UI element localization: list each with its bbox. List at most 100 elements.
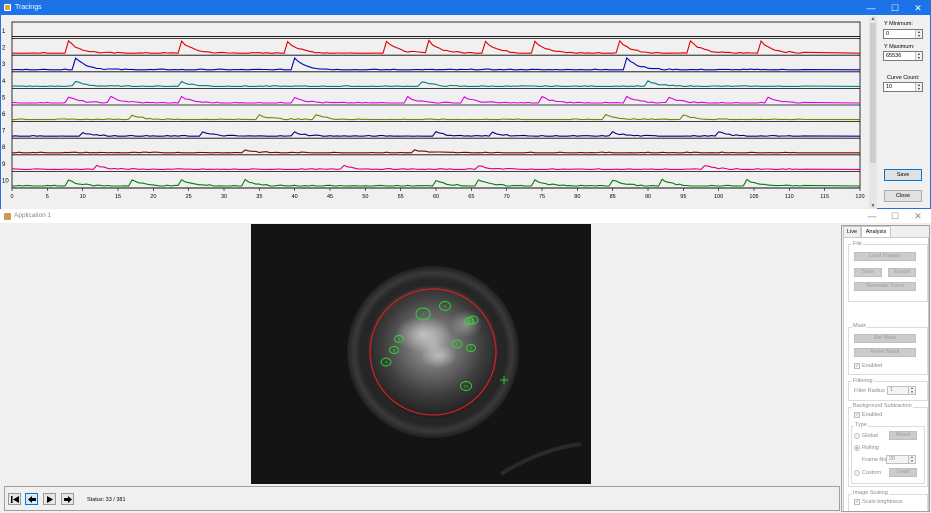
x-tick-label: 75 xyxy=(539,194,545,200)
y-maximum-input[interactable]: 65536 ▲ ▼ xyxy=(883,51,923,61)
close-dialog-button[interactable]: Close xyxy=(884,190,922,202)
frame-no-input[interactable]: 20 ▲ ▼ xyxy=(886,455,916,464)
background-subtraction-title: Background Subtraction xyxy=(852,403,913,409)
row-label: 9 xyxy=(2,162,6,168)
custom-label: Custom xyxy=(862,470,881,476)
scale-brightness-checkbox[interactable]: ✓ xyxy=(854,499,860,505)
x-tick-label: 15 xyxy=(115,194,121,200)
generate-trace-button[interactable]: Generate Trace xyxy=(854,282,916,291)
scrollbar-thumb[interactable] xyxy=(870,23,876,163)
y-minimum-label: Y Minimum: xyxy=(884,21,913,27)
x-tick-label: 95 xyxy=(680,194,686,200)
save-button[interactable]: Save xyxy=(854,268,882,277)
maximize-button[interactable]: ☐ xyxy=(883,1,907,15)
row-label: 6 xyxy=(2,112,6,118)
filtering-group-title: Filtering xyxy=(852,378,874,384)
x-tick-label: 40 xyxy=(292,194,298,200)
minimize-button[interactable]: — xyxy=(859,1,883,15)
status-text: Status: 33 / 381 xyxy=(87,497,126,503)
bg-enabled-label: Enabled xyxy=(862,412,883,418)
close-button[interactable]: ✕ xyxy=(906,1,930,15)
row-label: 10 xyxy=(2,178,9,184)
rolling-label: Rolling xyxy=(862,445,879,451)
frame-no-label: Frame No xyxy=(862,457,887,463)
curve-count-label: Curve Count: xyxy=(887,75,920,81)
load-button[interactable]: Load xyxy=(889,468,917,477)
x-tick-label: 55 xyxy=(398,194,404,200)
export-button[interactable]: Export xyxy=(888,268,916,277)
microscope-image-viewer[interactable]: 1 2 3 4 5 6 7 8 9 10 xyxy=(251,224,591,484)
custom-radio[interactable] xyxy=(854,470,860,476)
y-maximum-label: Y Maximum: xyxy=(884,44,915,50)
spinner-arrows-icon[interactable]: ▲ ▼ xyxy=(915,83,922,91)
reset-button[interactable]: Reset xyxy=(889,431,917,440)
x-tick-label: 35 xyxy=(256,194,262,200)
mask-enabled-checkbox[interactable]: ✓ xyxy=(854,363,860,369)
image-scaling-title: Image Scaling xyxy=(852,490,889,496)
scale-brightness-label: Scale brightness xyxy=(862,499,903,505)
curve-count-input[interactable]: 10 ▲ ▼ xyxy=(883,82,923,92)
x-tick-label: 105 xyxy=(749,194,758,200)
x-tick-label: 100 xyxy=(714,194,723,200)
close-button[interactable]: ✕ xyxy=(906,209,930,223)
x-tick-label: 50 xyxy=(362,194,368,200)
set-mask-button[interactable]: Set Mask xyxy=(854,334,916,343)
trace-plot-panel: 1 2 3 4 5 6 7 8 9 10 0 5 10 15 20 25 30 35 40 45 50 55 60 65 70… xyxy=(1,16,869,210)
row-label: 7 xyxy=(2,129,6,135)
play-icon xyxy=(47,496,53,503)
application-titlebar[interactable]: Application 1 — ☐ ✕ xyxy=(0,209,931,223)
play-button[interactable] xyxy=(43,493,56,505)
next-frame-button[interactable] xyxy=(61,493,74,505)
row-label: 8 xyxy=(2,145,6,151)
x-tick-label: 60 xyxy=(433,194,439,200)
row-label: 3 xyxy=(2,62,6,68)
minimize-button[interactable]: — xyxy=(860,209,884,223)
trace-plot: 12345678910 0 5 10 15 20 25 30 35 40 45 50 55 60 65 70… xyxy=(2,21,865,200)
scroll-up-icon[interactable]: ▲ xyxy=(869,16,877,23)
row-label: 2 xyxy=(2,46,6,52)
save-button[interactable]: Save xyxy=(884,169,922,181)
y-minimum-input[interactable]: 0 ▲ ▼ xyxy=(883,29,923,39)
x-tick-label: 25 xyxy=(186,194,192,200)
global-radio[interactable] xyxy=(854,433,860,439)
x-tick-label: 70 xyxy=(504,194,510,200)
x-tick-label: 115 xyxy=(820,194,829,200)
playback-toolbar: Status: 33 / 381 xyxy=(4,486,840,511)
filter-radius-input[interactable]: 1 ▲ ▼ xyxy=(887,386,916,395)
mask-enabled-label: Enabled xyxy=(862,363,883,369)
tracings-titlebar[interactable]: Tracings — ☐ ✕ xyxy=(1,1,930,15)
spinner-arrows-icon[interactable]: ▲ ▼ xyxy=(915,52,922,60)
file-group-title: File xyxy=(852,241,863,247)
x-tick-label: 30 xyxy=(221,194,227,200)
spinner-arrows-icon[interactable]: ▲ ▼ xyxy=(908,386,915,394)
x-tick-label: 90 xyxy=(645,194,651,200)
maximize-button[interactable]: ☐ xyxy=(883,209,907,223)
bg-enabled-checkbox[interactable]: ✓ xyxy=(854,412,860,418)
x-tick-label: 5 xyxy=(46,194,49,200)
rolling-radio[interactable] xyxy=(854,445,860,451)
x-tick-label: 85 xyxy=(610,194,616,200)
x-tick-label: 65 xyxy=(468,194,474,200)
arrow-left-icon xyxy=(28,496,36,503)
arrow-right-icon xyxy=(64,496,72,503)
window-title: Tracings xyxy=(15,4,42,11)
microscope-image: 12345678910 xyxy=(251,224,591,484)
vertical-scrollbar[interactable]: ▲ ▼ xyxy=(869,16,877,210)
x-tick-label: 110 xyxy=(785,194,794,200)
tab-live[interactable]: Live xyxy=(843,226,861,237)
x-tick-label: 45 xyxy=(327,194,333,200)
load-images-button[interactable]: Load Images xyxy=(854,252,916,261)
tab-analysis[interactable]: Analysis xyxy=(861,226,891,237)
tracings-window: Tracings — ☐ ✕ 1 2 3 4 5 6 7 8 9 10 0 5 10 15 20 25 30 3… xyxy=(0,0,931,210)
spinner-arrows-icon[interactable]: ▲ ▼ xyxy=(908,455,915,463)
global-label: Global xyxy=(862,433,878,439)
app-icon xyxy=(4,4,11,11)
row-label: 1 xyxy=(2,29,6,35)
reset-mask-button[interactable]: Reset Mask xyxy=(854,348,916,357)
x-tick-label: 0 xyxy=(10,194,13,200)
previous-frame-button[interactable] xyxy=(25,493,38,505)
x-tick-label: 80 xyxy=(574,194,580,200)
analysis-panel: Live Analysis File Load Images Save Expo… xyxy=(841,225,930,512)
spinner-arrows-icon[interactable]: ▲ ▼ xyxy=(915,30,922,38)
first-frame-button[interactable] xyxy=(8,493,21,505)
